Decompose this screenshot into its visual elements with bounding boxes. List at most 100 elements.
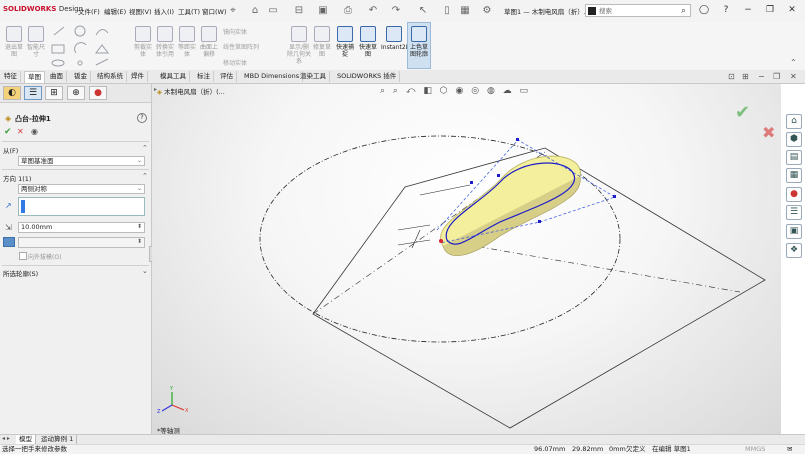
print-icon[interactable]: ⎙ <box>341 4 355 17</box>
scroll-arrows-icon[interactable]: ◂ ▸ <box>2 435 10 442</box>
attach-icon[interactable]: ▯ <box>440 4 454 17</box>
save-icon[interactable]: ▣ <box>316 4 330 17</box>
repair-sketch-button[interactable]: 修复草图 <box>311 26 333 58</box>
doc-minimize-button[interactable]: − <box>758 72 765 81</box>
direction-arrow-icon[interactable]: ↗ <box>5 201 12 210</box>
select-icon[interactable]: ↖ <box>416 4 430 17</box>
doc-restore-button[interactable]: ❐ <box>773 72 780 81</box>
task-pane-library-button[interactable]: ▤ <box>786 150 802 165</box>
search-box[interactable]: ⌕ <box>585 4 691 17</box>
monitor-icon[interactable]: ▭ <box>520 86 529 96</box>
menu-insert[interactable]: 插入(I) <box>154 6 174 16</box>
tab-solidworks-addins[interactable]: SOLIDWORKS 插件 <box>334 71 401 82</box>
display-manager-tab[interactable]: ● <box>89 86 107 100</box>
move-entities[interactable]: 移动实体 <box>223 58 247 67</box>
tab-evaluate[interactable]: 评估 <box>217 71 237 82</box>
search-input[interactable] <box>599 6 669 16</box>
tile-icon[interactable]: ⊞ <box>742 72 749 81</box>
instant2d-button[interactable]: Instant2D <box>381 26 410 51</box>
convert-entities-button[interactable]: 转换实体引用 <box>154 26 176 58</box>
menu-tools[interactable]: 工具(T) <box>178 6 200 16</box>
configuration-tab[interactable]: ⊞ <box>45 86 63 100</box>
exit-sketch-button[interactable]: 退出草图 <box>3 26 25 58</box>
draft-toggle-button[interactable] <box>3 237 15 247</box>
collapse-direction-icon[interactable]: ⌃ <box>142 172 148 180</box>
quick-snaps-button[interactable]: 快速捕捉 <box>334 26 356 58</box>
expand-contours-icon[interactable]: ⌄ <box>142 267 148 275</box>
minimize-button[interactable]: − <box>740 3 756 18</box>
task-pane-properties-button[interactable]: ☰ <box>786 205 802 220</box>
smart-dimension-button[interactable]: 智能尺寸 <box>25 26 47 58</box>
from-dropdown[interactable]: 草图基准面 ⌄ <box>18 156 145 166</box>
menu-file[interactable]: 文件(F) <box>78 6 100 16</box>
task-pane-resources-button[interactable]: ⬢ <box>786 132 802 147</box>
hide-show-icon[interactable]: ◎ <box>471 86 479 96</box>
tab-sheet-metal[interactable]: 钣金 <box>71 71 91 82</box>
pin-icon[interactable]: ⌖ <box>226 4 240 17</box>
linear-pattern[interactable]: 线性草图阵列 <box>223 42 259 51</box>
display-relations-button[interactable]: 显示/删除几何关系 <box>287 26 311 65</box>
feature-manager-tab[interactable]: ◐ <box>3 86 21 100</box>
help-button[interactable]: ? <box>137 113 147 123</box>
tab-weldments[interactable]: 焊件 <box>128 71 148 82</box>
tab-model[interactable]: 模型 <box>16 435 36 444</box>
flyout-arrow-icon[interactable]: ▸ <box>154 86 157 93</box>
section-view-icon[interactable]: ◧ <box>423 86 432 96</box>
mirror-entities[interactable]: 镜向实体 <box>223 27 247 36</box>
tab-mold-tools[interactable]: 模具工具 <box>157 71 190 82</box>
redo-icon[interactable]: ↷ <box>389 4 403 17</box>
draft-angle-input[interactable]: ⬍ <box>18 237 145 248</box>
feature-tree-flyout[interactable]: ◈ 木制电风扇（折）(... <box>157 86 225 96</box>
spinner-icon[interactable]: ⬍ <box>137 238 142 246</box>
tab-render-tools[interactable]: 渲染工具 <box>297 71 330 82</box>
tab-features[interactable]: 特征 <box>1 71 21 82</box>
task-pane-explorer-button[interactable]: ▦ <box>786 168 802 183</box>
offset-on-surface-button[interactable]: 曲面上偏移 <box>198 26 220 58</box>
tab-sketch[interactable]: 草图 <box>24 71 45 83</box>
draft-outward-checkbox[interactable] <box>19 252 27 260</box>
graphics-area[interactable]: ✔ ✖ Y X Z <box>152 84 781 434</box>
trim-button[interactable]: 剪裁实体 <box>132 26 154 58</box>
previous-view-icon[interactable]: ⤺ <box>406 86 416 96</box>
appearance-icon[interactable]: ◍ <box>487 86 495 96</box>
scene-icon[interactable]: ☁ <box>503 86 512 96</box>
menu-window[interactable]: 窗口(W) <box>202 6 227 16</box>
help-icon[interactable]: ? <box>718 3 734 18</box>
task-pane-home-button[interactable]: ⌂ <box>786 114 802 129</box>
tab-markup[interactable]: 标注 <box>194 71 214 82</box>
grid-icon[interactable]: ▦ <box>458 4 472 17</box>
end-condition-dropdown[interactable]: 两侧对称 ⌄ <box>18 184 145 194</box>
preview-icon[interactable]: ◉ <box>31 127 38 136</box>
gear-icon[interactable]: ⚙ <box>480 4 494 17</box>
collapse-from-icon[interactable]: ⌃ <box>142 144 148 152</box>
rapid-sketch-button[interactable]: 快速草图 <box>357 26 379 58</box>
file-icon[interactable]: ▭ <box>266 4 280 17</box>
search-icon[interactable]: ⌕ <box>681 5 686 17</box>
view-orientation-icon[interactable]: ⬡ <box>440 86 448 96</box>
dimxpert-tab[interactable]: ⊕ <box>67 86 85 100</box>
tab-surfaces[interactable]: 曲面 <box>47 71 67 82</box>
search-scope-icon[interactable] <box>588 7 596 15</box>
collapse-ribbon-icon[interactable]: ⌃ <box>790 58 797 67</box>
menu-edit[interactable]: 编辑(E) <box>104 6 126 16</box>
task-pane-appearances-button[interactable]: ● <box>786 187 802 202</box>
home-icon[interactable]: ⌂ <box>248 4 262 17</box>
restore-button[interactable]: ❐ <box>762 3 778 18</box>
zoom-fit-icon[interactable]: ⌕ <box>380 86 385 96</box>
display-style-icon[interactable]: ◉ <box>455 86 463 96</box>
direction-vector-field[interactable] <box>18 197 145 216</box>
zoom-area-icon[interactable]: ⌕ <box>393 86 398 96</box>
property-manager-tab[interactable]: ☰ <box>24 86 42 100</box>
tab-motion-study[interactable]: 运动算例 1 <box>38 435 78 444</box>
expand-icon[interactable]: ⊡ <box>728 72 735 81</box>
cancel-button[interactable]: ✕ <box>17 127 24 136</box>
close-button[interactable]: ✕ <box>784 3 800 18</box>
tab-mbd-dimensions[interactable]: MBD Dimensions <box>241 71 304 82</box>
open-icon[interactable]: ⊟ <box>292 4 306 17</box>
spinner-icon[interactable]: ⬍ <box>137 223 142 231</box>
tab-structure-system[interactable]: 结构系统 <box>94 71 127 82</box>
task-pane-forum-button[interactable]: ▣ <box>786 224 802 239</box>
doc-close-button[interactable]: ✕ <box>790 72 797 81</box>
user-icon[interactable]: ◯ <box>696 3 712 18</box>
depth-input[interactable]: 10.00mm ⬍ <box>18 222 145 233</box>
